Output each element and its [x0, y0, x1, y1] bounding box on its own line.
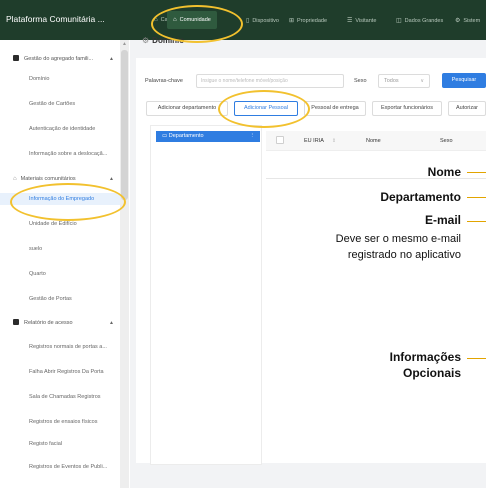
annotation-optional-1: Informações	[389, 350, 461, 364]
chevron-up-icon: ▲	[109, 56, 114, 62]
sidebar-item-suelo[interactable]: suelo	[0, 243, 120, 255]
report-icon	[13, 319, 19, 325]
nav-item-label: Dados Grandes	[404, 18, 444, 24]
chart-icon: ◫	[396, 18, 402, 24]
scroll-up-icon[interactable]: ▲	[122, 41, 127, 47]
nav-item-dados-grandes[interactable]: ◫ Dados Grandes	[396, 17, 443, 24]
tree-node-label: Departamento	[168, 133, 204, 139]
column-header-nome[interactable]: Nome	[366, 138, 381, 144]
visitor-icon: ☰	[347, 18, 353, 24]
more-options-icon[interactable]: ⋮	[250, 131, 256, 142]
export-staff-button[interactable]: Exportar funcionários	[372, 101, 442, 116]
annotation-departamento: Departamento	[380, 190, 461, 204]
sex-select[interactable]: Todos ∨	[378, 74, 430, 88]
sidebar-item-label: Autenticação de identidade	[29, 126, 96, 132]
nav-item-label: Visitante	[355, 18, 377, 24]
household-icon	[13, 55, 19, 61]
highlight-ellipse-employee-info	[10, 183, 126, 221]
sex-label: Sexo	[354, 78, 367, 84]
sidebar-group-household[interactable]: Gestão do agregado famili... ▲	[0, 53, 120, 65]
sidebar-item-label: suelo	[29, 246, 43, 252]
nav-item-sistema[interactable]: ⚙ Sistem	[455, 17, 480, 24]
add-department-button[interactable]: Adicionar departamento	[146, 101, 228, 116]
annotation-leader-line	[467, 197, 486, 198]
sidebar-item-label: Registros normais de portas a...	[29, 344, 107, 350]
sidebar-item-label: Informação sobre a deslocaçã...	[29, 151, 108, 157]
delivery-staff-button[interactable]: Pessoal de entrega	[304, 101, 366, 116]
sidebar-item-ensaios-fisicos[interactable]: Registros de ensaios físicos	[0, 416, 120, 428]
sidebar-group-label: Gestão do agregado famili...	[24, 56, 94, 62]
annotation-optional-2: Opcionais	[402, 366, 461, 380]
device-icon: ▯	[246, 18, 250, 24]
annotation-email-note-2: registrado no aplicativo	[347, 249, 461, 261]
nav-item-label: Dispositivo	[252, 18, 279, 24]
sidebar-item-label: Falha Abrir Registros Da Porta	[29, 369, 104, 375]
sidebar-item-label: Domínio	[29, 76, 50, 82]
sidebar-item-cartoes[interactable]: Gestão de Cartões	[0, 98, 120, 110]
sidebar-group-label: Materiais comunitários	[20, 176, 76, 182]
annotation-nome: Nome	[427, 165, 461, 179]
sidebar-scrollbar-thumb[interactable]	[121, 50, 128, 200]
property-icon: ⊞	[289, 18, 295, 24]
nav-item-propriedade[interactable]: ⊞ Propriedade	[289, 17, 327, 24]
tree-node-departamento[interactable]: ▭ Departamento ⋮	[156, 131, 260, 142]
sidebar-item-dominio[interactable]: Domínio	[0, 73, 120, 85]
sidebar-group-relatorio[interactable]: Relatório de acesso ▲	[0, 317, 120, 329]
sidebar-item-portas[interactable]: Gestão de Portas	[0, 293, 120, 305]
select-all-checkbox[interactable]	[276, 136, 284, 144]
sidebar-item-deslocacao[interactable]: Informação sobre a deslocaçã...	[0, 148, 120, 160]
highlight-ellipse-comunidade	[151, 5, 243, 43]
gear-icon: ⚙	[455, 18, 461, 24]
annotation-email: E-mail	[424, 213, 461, 227]
keyword-label: Palavras-chave	[145, 78, 183, 84]
sidebar-item-falha-abrir[interactable]: Falha Abrir Registros Da Porta	[0, 366, 120, 378]
nav-item-label: Propriedade	[297, 18, 327, 24]
sort-icon[interactable]: ⇕	[332, 138, 336, 144]
chevron-up-icon: ▲	[109, 176, 114, 182]
sidebar-item-registros-normais[interactable]: Registros normais de portas a...	[0, 341, 120, 353]
authorize-button[interactable]: Autorizar	[448, 101, 486, 116]
highlight-ellipse-add-person	[218, 90, 310, 128]
column-header-label: EU IRIA	[304, 138, 324, 144]
sidebar-item-autenticacao[interactable]: Autenticação de identidade	[0, 123, 120, 135]
sidebar-item-label: Gestão de Portas	[29, 296, 72, 302]
materials-icon: ⌂	[13, 176, 17, 182]
sex-select-value: Todos	[384, 78, 399, 84]
sidebar-item-registo-facial[interactable]: Registo facial	[0, 438, 120, 450]
gear-icon: ⚙	[142, 36, 150, 45]
keyword-input[interactable]: Insigue o nome/telefone móvel/posição	[196, 74, 344, 88]
sidebar-item-label: Quarto	[29, 271, 46, 277]
sidebar-item-label: Registros de Eventos de Publi...	[29, 464, 108, 470]
chevron-down-icon: ∨	[420, 78, 424, 84]
sidebar-item-eventos-publicos[interactable]: Registros de Eventos de Publi...	[0, 461, 120, 473]
sidebar-item-label: Gestão de Cartões	[29, 101, 76, 107]
annotation-leader-line	[467, 221, 486, 222]
sidebar-item-label: Unidade de Edifício	[29, 221, 77, 227]
nav-item-dispositivo[interactable]: ▯ Dispositivo	[246, 17, 279, 24]
annotation-email-note-1: Deve ser o mesmo e-mail	[335, 233, 461, 245]
app-title: Plataforma Comunitária ...	[6, 14, 105, 24]
nav-item-label: Sistem	[463, 18, 481, 24]
annotation-leader-line	[467, 172, 486, 173]
department-tree	[150, 125, 262, 465]
sidebar-item-label: Registo facial	[29, 441, 63, 447]
sidebar-group-label: Relatório de acesso	[24, 320, 73, 326]
folder-icon: ▭	[162, 133, 169, 139]
sidebar-item-quarto[interactable]: Quarto	[0, 268, 120, 280]
column-header-sexo[interactable]: Sexo	[440, 138, 453, 144]
sidebar-item-sala-chamadas[interactable]: Sala de Chamadas Registros	[0, 391, 120, 403]
annotation-leader-line	[467, 358, 486, 359]
column-header-id[interactable]: EU IRIA ⇕	[304, 138, 336, 144]
sidebar-item-label: Registros de ensaios físicos	[29, 419, 98, 425]
sidebar-item-label: Sala de Chamadas Registros	[29, 394, 101, 400]
chevron-up-icon: ▲	[109, 320, 114, 326]
search-button[interactable]: Pesquisar	[442, 73, 486, 88]
nav-item-visitante[interactable]: ☰ Visitante	[347, 17, 376, 24]
